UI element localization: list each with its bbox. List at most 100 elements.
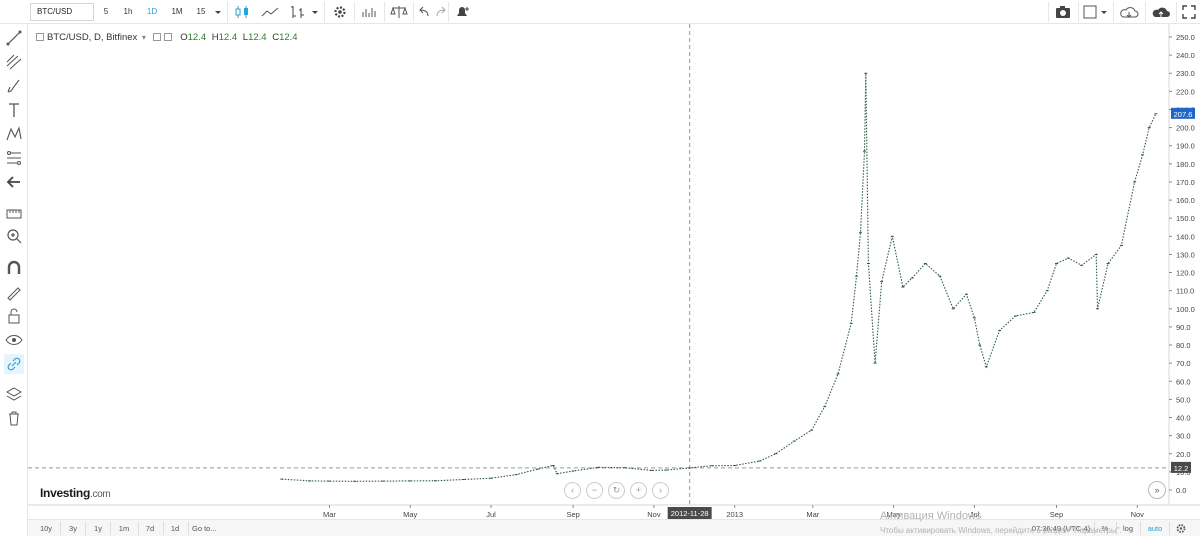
magnet-icon[interactable] — [4, 258, 24, 278]
y-tick-label: 100.0 — [1176, 305, 1195, 314]
toolbar-divider — [1078, 2, 1079, 22]
camera-icon[interactable] — [1052, 3, 1074, 21]
legend-hide-icon[interactable] — [163, 33, 172, 41]
compare-scales-icon[interactable] — [388, 3, 410, 21]
auto-scale-toggle[interactable]: auto — [1144, 522, 1166, 535]
windows-activation-text: Чтобы активировать Windows, перейдите в … — [880, 526, 1122, 535]
trash-icon[interactable] — [4, 408, 24, 428]
last-price-label: 207.6 — [1174, 110, 1193, 119]
legend-title: BTC/USD, D, Bitfinex — [47, 32, 138, 43]
bottom-divider — [1169, 522, 1170, 535]
reset-icon[interactable]: ↻ — [608, 482, 625, 499]
symbol-search-input[interactable]: BTC/USD — [30, 3, 94, 21]
chart-settings-icon[interactable] — [1174, 522, 1188, 535]
lock-icon[interactable] — [4, 306, 24, 326]
undo-icon[interactable] — [416, 3, 432, 21]
x-tick-label: Nov — [647, 510, 661, 519]
stay-drawing-icon[interactable] — [4, 282, 24, 302]
y-tick-label: 30.0 — [1176, 432, 1191, 441]
trend-line-icon[interactable] — [4, 28, 24, 48]
indicators-icon[interactable] — [286, 3, 308, 21]
zoom-out-icon[interactable]: − — [586, 482, 603, 499]
go-to-date-button[interactable]: Go to... — [192, 522, 226, 535]
x-tick-label: Jul — [486, 510, 496, 519]
go-to-realtime-icon[interactable]: » — [1148, 481, 1166, 499]
price-series-line — [281, 73, 1157, 482]
pattern-icon[interactable] — [4, 124, 24, 144]
interval-5[interactable]: 5 — [96, 3, 116, 21]
toolbar-divider — [227, 2, 228, 22]
studies-icon[interactable] — [358, 3, 380, 21]
fib-icon[interactable] — [4, 148, 24, 168]
pitchfork-icon[interactable] — [4, 52, 24, 72]
interval-1h[interactable]: 1h — [117, 3, 139, 21]
x-tick-label: Mar — [323, 510, 336, 519]
range-1y[interactable]: 1y — [89, 522, 107, 535]
high-label: H — [211, 32, 219, 43]
text-icon[interactable] — [4, 100, 24, 120]
scroll-right-icon[interactable]: › — [652, 482, 669, 499]
layout-icon[interactable] — [1082, 3, 1098, 21]
top-toolbar: BTC/USD 5 1h 1D 1M 15 — [0, 0, 1200, 24]
y-tick-label: 180.0 — [1176, 160, 1195, 169]
redo-icon[interactable] — [433, 3, 449, 21]
bottom-divider — [163, 522, 164, 535]
toolbar-divider — [1048, 2, 1049, 22]
interval-15[interactable]: 15 — [191, 3, 211, 21]
range-1d[interactable]: 1d — [166, 522, 184, 535]
zoom-in-nav-icon[interactable]: + — [630, 482, 647, 499]
y-tick-label: 220.0 — [1176, 87, 1195, 96]
range-3y[interactable]: 3y — [64, 522, 82, 535]
toolbar-divider — [324, 2, 325, 22]
line-style-icon[interactable] — [258, 3, 282, 21]
toolbar-divider — [354, 2, 355, 22]
log-scale-toggle[interactable]: log — [1120, 522, 1136, 535]
interval-1d[interactable]: 1D — [141, 3, 163, 21]
ruler-icon[interactable] — [4, 202, 24, 222]
zoom-in-icon[interactable] — [4, 226, 24, 246]
y-tick-label: 200.0 — [1176, 124, 1195, 133]
windows-activation-title: Активация Windows — [880, 510, 982, 522]
layers-icon[interactable] — [4, 384, 24, 404]
y-tick-label: 240.0 — [1176, 51, 1195, 60]
link-icon[interactable] — [4, 354, 24, 374]
chart-type-dropdown-icon[interactable] — [309, 3, 321, 21]
arrow-left-icon[interactable] — [4, 172, 24, 192]
legend-settings-icon[interactable] — [152, 33, 161, 41]
investing-logo: Investing.com — [40, 486, 111, 500]
cloud-save-icon[interactable] — [1149, 3, 1173, 21]
y-tick-label: 0.0 — [1176, 486, 1186, 495]
layout-dropdown-icon[interactable] — [1098, 3, 1110, 21]
y-tick-label: 190.0 — [1176, 142, 1195, 151]
drawing-toolbar — [0, 0, 28, 536]
open-label: O — [180, 32, 188, 43]
y-tick-label: 70.0 — [1176, 359, 1191, 368]
fullscreen-icon[interactable] — [1180, 3, 1198, 21]
y-tick-label: 90.0 — [1176, 323, 1191, 332]
alert-bell-icon[interactable] — [452, 3, 472, 21]
range-7d[interactable]: 7d — [141, 522, 159, 535]
toolbar-divider — [1176, 2, 1177, 22]
y-tick-label: 130.0 — [1176, 250, 1195, 259]
price-chart[interactable]: 0.010.020.030.040.050.060.070.080.090.01… — [28, 24, 1200, 519]
x-tick-label: Mar — [806, 510, 819, 519]
interval-1m[interactable]: 1M — [166, 3, 188, 21]
bottom-divider — [85, 522, 86, 535]
x-tick-label: 2013 — [726, 510, 743, 519]
cloud-load-icon[interactable] — [1117, 3, 1141, 21]
range-10y[interactable]: 10y — [36, 522, 56, 535]
y-tick-label: 230.0 — [1176, 69, 1195, 78]
y-tick-label: 150.0 — [1176, 214, 1195, 223]
legend-dropdown-icon[interactable]: ▾ — [142, 33, 146, 42]
x-tick-label: May — [403, 510, 417, 519]
scroll-left-icon[interactable]: ‹ — [564, 482, 581, 499]
y-tick-label: 80.0 — [1176, 341, 1191, 350]
settings-gear-icon[interactable] — [330, 3, 350, 21]
range-1m[interactable]: 1m — [114, 522, 134, 535]
interval-dropdown-icon[interactable] — [212, 3, 224, 21]
candles-icon[interactable] — [231, 3, 253, 21]
collapse-legend-icon[interactable] — [36, 33, 44, 41]
brush-icon[interactable] — [4, 76, 24, 96]
y-tick-label: 60.0 — [1176, 377, 1191, 386]
eye-icon[interactable] — [4, 330, 24, 350]
